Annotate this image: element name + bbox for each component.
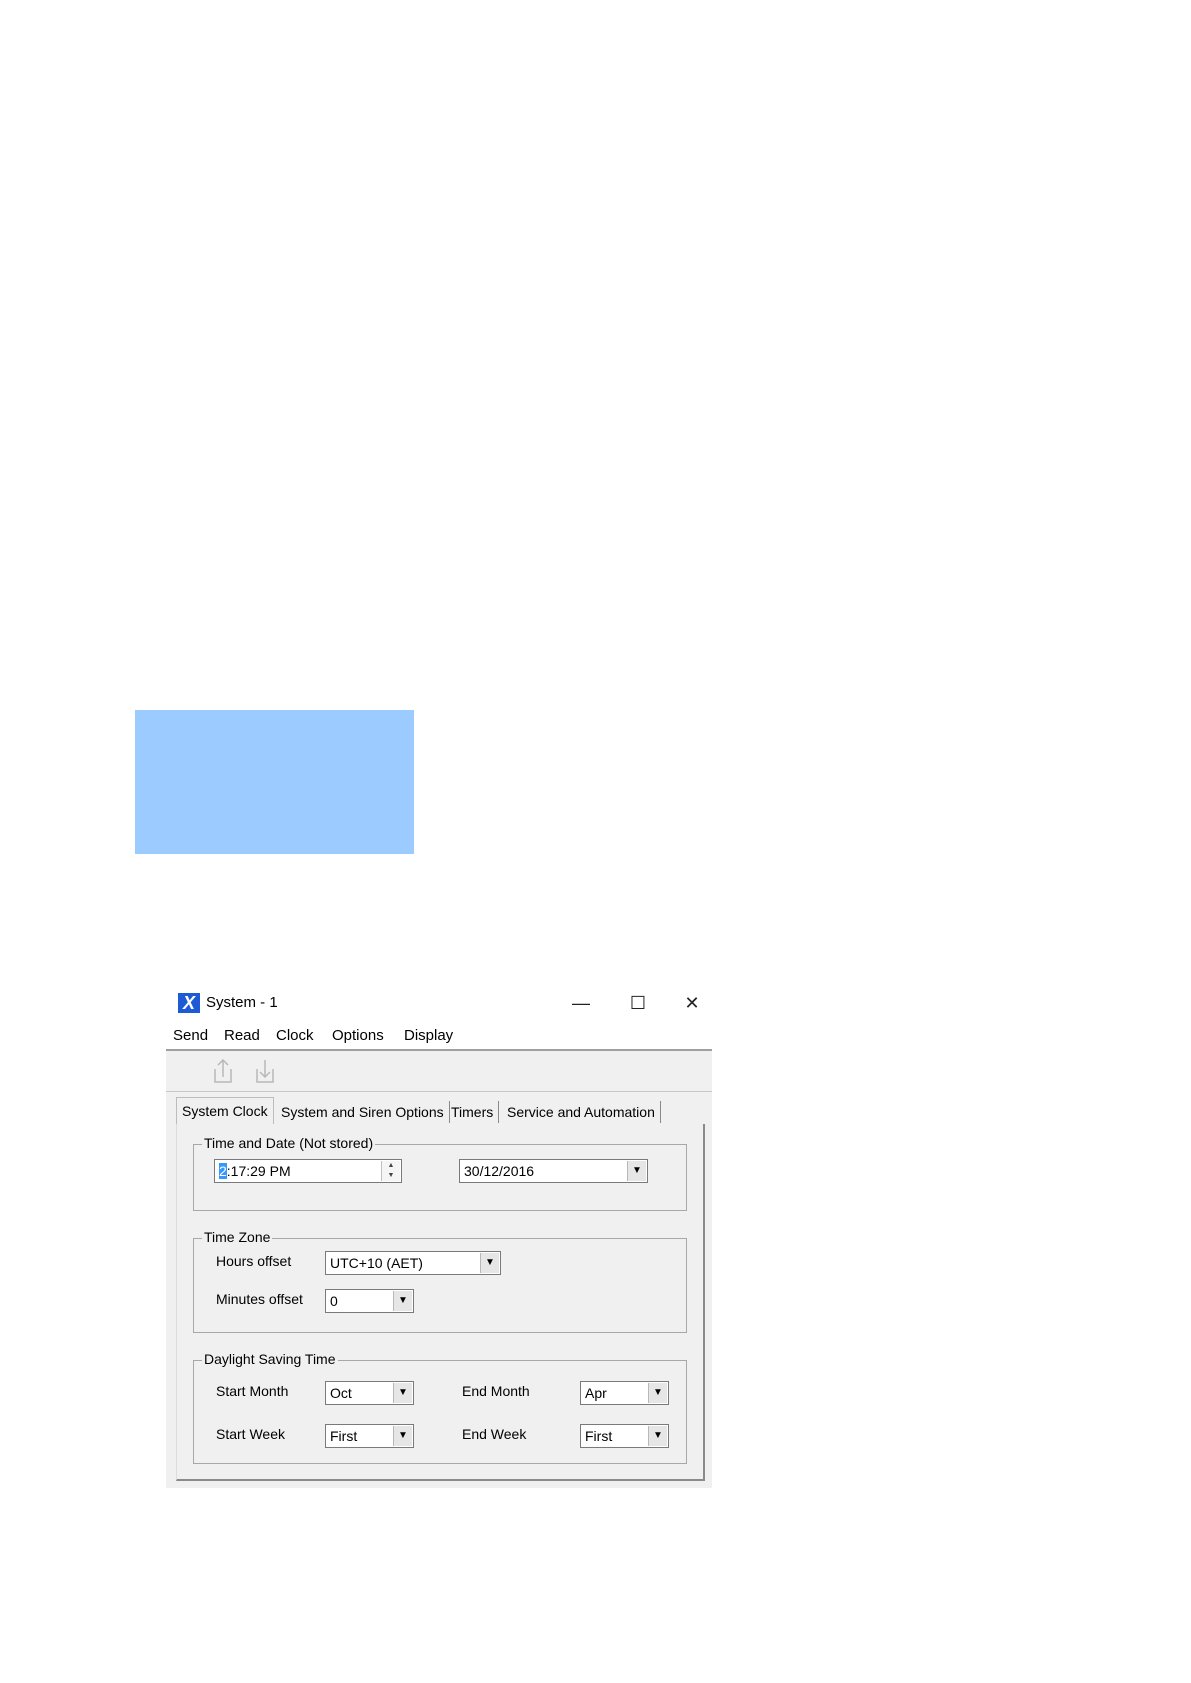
time-value: 2:17:29 PM bbox=[219, 1163, 291, 1179]
dst-group: Daylight Saving Time Start Month Oct ▼ E… bbox=[193, 1351, 687, 1464]
title-bar[interactable]: X System - 1 — ☐ ✕ bbox=[166, 983, 712, 1023]
start-month-label: Start Month bbox=[216, 1383, 289, 1399]
hours-dropdown-arrow-icon[interactable]: ▼ bbox=[480, 1253, 499, 1273]
tab-strip: System Clock System and Siren Options Ti… bbox=[166, 1095, 712, 1126]
time-input[interactable]: 2:17:29 PM ▲ ▼ bbox=[214, 1159, 402, 1183]
time-zone-group: Time Zone Hours offset UTC+10 (AET) ▼ Mi… bbox=[193, 1229, 687, 1333]
date-value: 30/12/2016 bbox=[464, 1163, 535, 1179]
tab-system-clock[interactable]: System Clock bbox=[176, 1097, 274, 1126]
dst-group-label: Daylight Saving Time bbox=[202, 1351, 338, 1367]
hours-offset-select[interactable]: UTC+10 (AET) ▼ bbox=[325, 1251, 501, 1275]
spin-up-icon[interactable]: ▲ bbox=[382, 1161, 400, 1171]
time-zone-group-label: Time Zone bbox=[202, 1229, 273, 1245]
start-week-label: Start Week bbox=[216, 1426, 285, 1442]
minimize-button[interactable]: — bbox=[561, 989, 601, 1017]
start-week-dropdown-arrow-icon[interactable]: ▼ bbox=[393, 1426, 412, 1446]
tab-service-automation[interactable]: Service and Automation bbox=[502, 1101, 661, 1123]
start-week-value: First bbox=[330, 1428, 358, 1444]
tab-system-siren-options[interactable]: System and Siren Options bbox=[276, 1101, 450, 1123]
end-week-select[interactable]: First ▼ bbox=[580, 1424, 669, 1448]
end-month-select[interactable]: Apr ▼ bbox=[580, 1381, 669, 1405]
date-picker[interactable]: 30/12/2016 ▼ bbox=[459, 1159, 648, 1183]
window-title: System - 1 bbox=[206, 994, 278, 1011]
end-week-label: End Week bbox=[462, 1426, 527, 1442]
minutes-offset-select[interactable]: 0 ▼ bbox=[325, 1289, 414, 1313]
download-icon[interactable] bbox=[254, 1057, 276, 1085]
tab-timers[interactable]: Timers bbox=[446, 1101, 500, 1123]
system-clock-panel: Time and Date (Not stored) 2:17:29 PM ▲ … bbox=[176, 1124, 705, 1481]
start-month-dropdown-arrow-icon[interactable]: ▼ bbox=[393, 1383, 412, 1403]
hours-offset-value: UTC+10 (AET) bbox=[330, 1255, 423, 1271]
time-date-group: Time and Date (Not stored) 2:17:29 PM ▲ … bbox=[193, 1135, 687, 1211]
maximize-button[interactable]: ☐ bbox=[618, 989, 658, 1017]
time-spinner[interactable]: ▲ ▼ bbox=[381, 1161, 400, 1181]
minutes-dropdown-arrow-icon[interactable]: ▼ bbox=[393, 1291, 412, 1311]
time-selected-segment: 2 bbox=[219, 1163, 227, 1179]
menu-options[interactable]: Options bbox=[332, 1027, 384, 1044]
menu-display[interactable]: Display bbox=[404, 1027, 453, 1044]
highlight-block bbox=[135, 710, 414, 854]
menu-clock[interactable]: Clock bbox=[276, 1027, 314, 1044]
spin-down-icon[interactable]: ▼ bbox=[382, 1171, 400, 1181]
end-month-label: End Month bbox=[462, 1383, 530, 1399]
minutes-offset-value: 0 bbox=[330, 1293, 338, 1309]
toolbar bbox=[166, 1051, 712, 1092]
close-button[interactable]: ✕ bbox=[672, 989, 712, 1017]
hours-offset-label: Hours offset bbox=[216, 1253, 292, 1269]
start-month-value: Oct bbox=[330, 1385, 352, 1401]
end-month-value: Apr bbox=[585, 1385, 607, 1401]
end-week-value: First bbox=[585, 1428, 613, 1444]
start-week-select[interactable]: First ▼ bbox=[325, 1424, 414, 1448]
system-window: X System - 1 — ☐ ✕ Send Read Clock Optio… bbox=[166, 983, 712, 1488]
time-date-group-label: Time and Date (Not stored) bbox=[202, 1135, 376, 1151]
menu-read[interactable]: Read bbox=[224, 1027, 260, 1044]
start-month-select[interactable]: Oct ▼ bbox=[325, 1381, 414, 1405]
menu-bar: Send Read Clock Options Display bbox=[166, 1023, 712, 1051]
time-rest: :17:29 PM bbox=[226, 1163, 291, 1179]
upload-icon[interactable] bbox=[212, 1057, 234, 1085]
end-month-dropdown-arrow-icon[interactable]: ▼ bbox=[648, 1383, 667, 1403]
date-dropdown-arrow-icon[interactable]: ▼ bbox=[627, 1161, 646, 1181]
app-x-icon: X bbox=[178, 993, 200, 1013]
end-week-dropdown-arrow-icon[interactable]: ▼ bbox=[648, 1426, 667, 1446]
menu-send[interactable]: Send bbox=[173, 1027, 208, 1044]
minutes-offset-label: Minutes offset bbox=[216, 1291, 303, 1307]
